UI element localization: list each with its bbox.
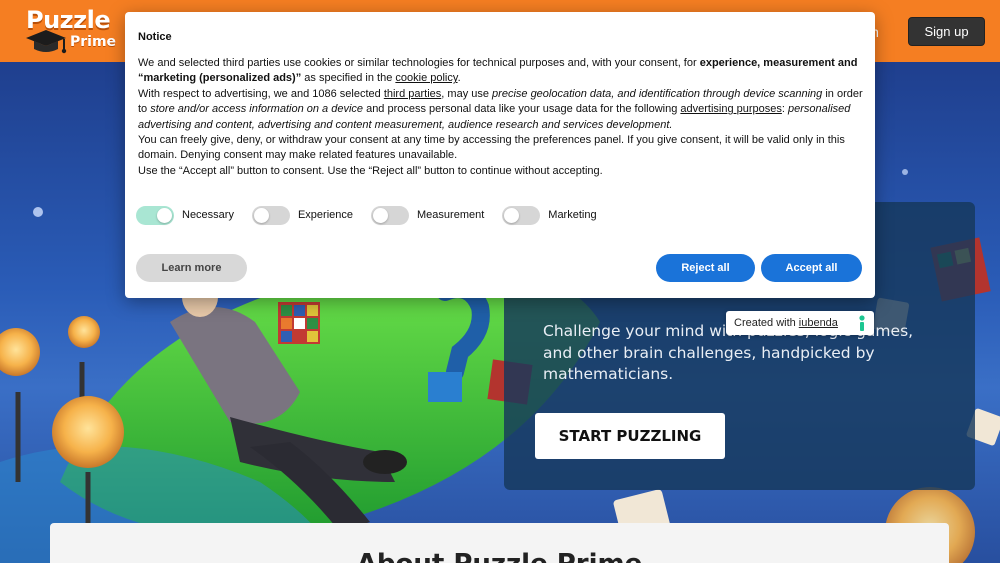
third-parties-link[interactable]: third parties bbox=[384, 88, 441, 100]
accept-all-button[interactable]: Accept all bbox=[761, 254, 862, 282]
start-puzzling-button[interactable]: START PUZZLING bbox=[535, 413, 725, 459]
notice-text: and process personal data like your usag… bbox=[363, 103, 681, 116]
notice-paragraph-1: We and selected third parties use cookie… bbox=[138, 56, 863, 87]
notice-text: . bbox=[457, 72, 461, 85]
toggle-measurement[interactable]: Measurement bbox=[371, 205, 485, 225]
signup-button[interactable]: Sign up bbox=[908, 17, 985, 46]
notice-paragraph-2: With respect to advertising, we and 1086… bbox=[138, 87, 863, 133]
about-heading: About Puzzle Prime bbox=[50, 549, 949, 563]
about-card: About Puzzle Prime bbox=[50, 523, 949, 563]
notice-body: We and selected third parties use cookie… bbox=[138, 56, 863, 179]
toggle-label: Necessary bbox=[182, 209, 234, 221]
measurement-switch[interactable] bbox=[371, 205, 410, 225]
advertising-purposes-link[interactable]: advertising purposes bbox=[680, 103, 782, 115]
notice-paragraph-4: Use the “Accept all” button to consent. … bbox=[138, 164, 603, 177]
iubenda-badge[interactable]: Created with iubenda bbox=[726, 311, 874, 335]
reject-all-button[interactable]: Reject all bbox=[656, 254, 755, 282]
notice-paragraph-3: You can freely give, deny, or withdraw y… bbox=[138, 134, 845, 162]
logo-text-prime: Prime bbox=[70, 34, 117, 50]
cookie-policy-link[interactable]: cookie policy bbox=[395, 72, 457, 84]
badge-prefix: Created with bbox=[734, 317, 796, 329]
cookie-notice-dialog: Notice We and selected third parties use… bbox=[125, 12, 875, 298]
experience-switch[interactable] bbox=[251, 205, 290, 225]
notice-title: Notice bbox=[138, 31, 172, 43]
iubenda-link[interactable]: iubenda bbox=[799, 317, 838, 329]
learn-more-button[interactable]: Learn more bbox=[136, 254, 247, 282]
necessary-switch[interactable] bbox=[136, 205, 174, 225]
toggle-marketing[interactable]: Marketing bbox=[502, 205, 597, 225]
notice-text: as specified in the bbox=[301, 72, 396, 85]
notice-text: , may use bbox=[441, 87, 493, 100]
consent-toggles: Necessary Experience Measurement Marketi… bbox=[136, 205, 615, 225]
toggle-label: Experience bbox=[297, 209, 354, 221]
toggle-label: Measurement bbox=[417, 209, 485, 221]
notice-text: We and selected third parties use cookie… bbox=[138, 57, 700, 69]
puzzle-prime-logo[interactable]: Puzzle Prime bbox=[22, 4, 117, 58]
toggle-experience[interactable]: Experience bbox=[251, 205, 354, 225]
notice-text: With respect to advertising, we and 1086… bbox=[138, 87, 384, 100]
notice-text-italic: precise geolocation data, and identifica… bbox=[492, 87, 823, 100]
toggle-necessary[interactable]: Necessary bbox=[136, 205, 234, 225]
marketing-switch[interactable] bbox=[502, 205, 541, 225]
graduation-cap-icon bbox=[26, 30, 67, 54]
iubenda-logo-icon bbox=[859, 315, 865, 331]
toggle-label: Marketing bbox=[548, 209, 597, 221]
notice-text-italic: store and/or access information on a dev… bbox=[150, 103, 364, 116]
